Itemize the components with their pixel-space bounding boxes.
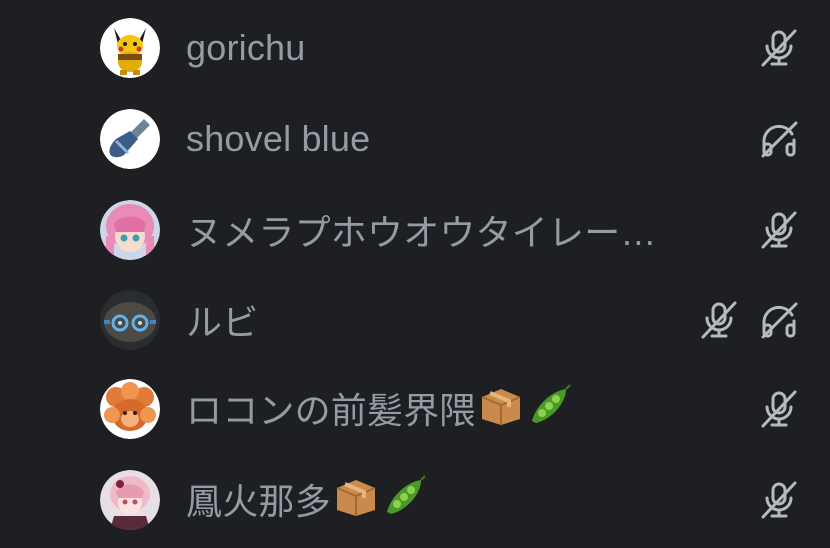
mic-muted-icon [758, 388, 800, 430]
member-row-gorichu[interactable]: gorichu [100, 16, 800, 80]
member-row-numera[interactable]: ヌメラプホウオウタイレー… [100, 198, 800, 262]
headphones-deafened-icon [758, 118, 800, 160]
member-name: ヌメラプホウオウタイレー… [186, 212, 657, 253]
shovel-avatar[interactable] [100, 109, 160, 169]
mic-muted-icon [698, 299, 740, 341]
headphones-deafened-icon [758, 299, 800, 341]
package-emoji [333, 474, 379, 527]
dark-robot-avatar[interactable] [100, 290, 160, 350]
voice-member-list: gorichu shovel blue ヌメラプホウオウタイレー… ルビ ロコン… [0, 0, 830, 548]
member-row-houka[interactable]: 鳳火那多 [100, 468, 800, 532]
status-icons [758, 27, 800, 69]
member-row-rokon[interactable]: ロコンの前髪界隈 [100, 377, 800, 441]
member-name-text: ロコンの前髪界隈 [186, 390, 476, 431]
member-name: ルビ [186, 302, 259, 343]
member-name-text: 鳳火那多 [186, 481, 331, 522]
member-row-rubi[interactable]: ルビ [100, 288, 800, 352]
anime-girl-pink-avatar[interactable] [100, 200, 160, 260]
vulpix-avatar[interactable] [100, 379, 160, 439]
mic-muted-icon [758, 27, 800, 69]
status-icons [758, 209, 800, 251]
status-icons [758, 479, 800, 521]
status-icons [758, 388, 800, 430]
status-icons [698, 299, 800, 341]
member-name: 鳳火那多 [186, 473, 427, 527]
mic-muted-icon [758, 479, 800, 521]
peas-emoji [381, 474, 427, 527]
member-name: ロコンの前髪界隈 [186, 382, 572, 436]
member-name: shovel blue [186, 118, 371, 159]
mic-muted-icon [758, 209, 800, 251]
package-emoji [478, 383, 524, 436]
status-icons [758, 118, 800, 160]
pikachu-avatar[interactable] [100, 18, 160, 78]
peas-emoji [526, 383, 572, 436]
member-row-shovel-blue[interactable]: shovel blue [100, 107, 800, 171]
anime-girl-rose-avatar[interactable] [100, 470, 160, 530]
member-name: gorichu [186, 27, 306, 68]
